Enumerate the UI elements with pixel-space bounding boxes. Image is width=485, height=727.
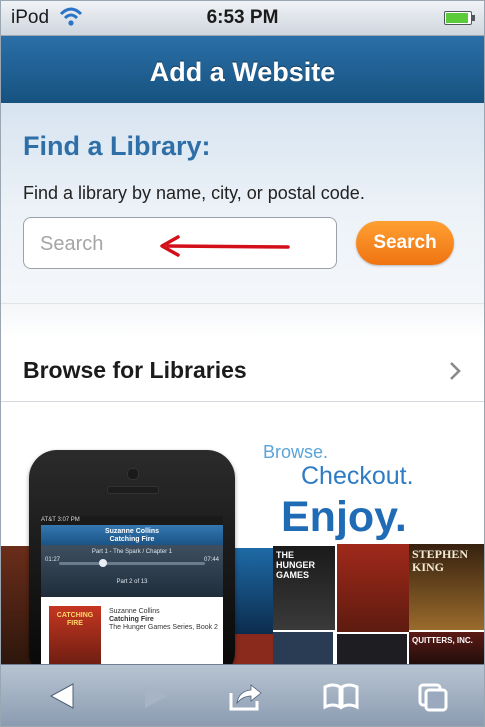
phone-illustration: AT&T 3:07 PM Suzanne Collins Catching Fi…	[29, 450, 235, 664]
promo-banner: Browse. Checkout. Enjoy. THE HUNGER GAME…	[1, 402, 484, 664]
book-cover	[337, 544, 409, 632]
phone-title-bar: Suzanne Collins Catching Fire	[41, 525, 223, 545]
status-bar: iPod 6:53 PM	[1, 1, 484, 36]
navigation-bar: Add a Website	[1, 36, 484, 103]
browser-window: iPod 6:53 PM Add a Website Find a Librar…	[0, 0, 485, 727]
phone-screen: AT&T 3:07 PM Suzanne Collins Catching Fi…	[41, 516, 223, 664]
phone-book-series: The Hunger Games Series, Book 2	[109, 624, 218, 631]
promo-enjoy-text: Enjoy.	[281, 493, 407, 541]
book-cover-title: STEPHEN KING	[412, 547, 469, 574]
phone-book-title: Catching Fire	[109, 616, 154, 623]
bookmarks-icon[interactable]	[319, 677, 363, 715]
book-cover-title: THE HUNGER GAMES	[276, 550, 316, 580]
status-time: 6:53 PM	[206, 7, 279, 28]
red-arrow-annotation	[160, 235, 290, 257]
book-cover-title: QUITTERS, INC.	[412, 636, 473, 645]
track-label: Part 1 - The Spark / Chapter 1	[91, 549, 173, 555]
search-button[interactable]: Search	[356, 221, 454, 265]
book-cover	[337, 634, 407, 664]
book-cover: STEPHEN KING	[409, 544, 484, 630]
book-cover: QUITTERS, INC.	[409, 632, 484, 664]
speaker-grille	[107, 486, 159, 494]
phone-status-bar: AT&T 3:07 PM	[41, 516, 223, 525]
find-library-heading: Find a Library:	[23, 131, 211, 161]
phone-book-cover-title: CATCHING FIRE	[56, 612, 94, 627]
forward-icon[interactable]	[133, 677, 177, 715]
phone-book-cover: CATCHING FIRE	[49, 606, 101, 664]
book-cover	[273, 632, 333, 664]
promo-checkout-text: Checkout.	[301, 462, 414, 490]
book-cover: THE HUNGER GAMES	[273, 546, 335, 630]
divider	[1, 303, 484, 338]
pages-icon[interactable]	[411, 677, 455, 715]
phone-title: Suzanne Collins Catching Fire	[104, 528, 160, 543]
promo-browse-text: Browse.	[263, 442, 329, 462]
part-label: Part 2 of 13	[116, 579, 148, 585]
remaining-time: 07:44	[203, 557, 219, 563]
browse-libraries-row[interactable]: Browse for Libraries	[1, 337, 484, 402]
back-icon[interactable]	[41, 677, 85, 715]
phone-book-info: Suzanne Collins Catching Fire The Hunger…	[109, 608, 219, 632]
phone-book-author: Suzanne Collins	[109, 608, 160, 615]
search-field[interactable]	[23, 217, 337, 269]
share-icon[interactable]	[223, 677, 267, 715]
book-cover	[229, 634, 273, 664]
progress-track	[59, 559, 205, 567]
find-library-description: Find a library by name, city, or postal …	[23, 183, 365, 203]
book-cover	[229, 548, 273, 634]
chevron-right-icon	[450, 362, 461, 380]
audio-player: Part 1 - The Spark / Chapter 1 01:27 07:…	[41, 545, 223, 597]
browse-libraries-label: Browse for Libraries	[23, 357, 247, 383]
camera-icon	[127, 468, 139, 480]
battery-icon	[444, 11, 475, 25]
browser-toolbar	[1, 664, 484, 726]
find-library-panel: Find a Library: Find a library by name, …	[1, 103, 484, 303]
page-title: Add a Website	[149, 57, 336, 87]
elapsed-time: 01:27	[45, 557, 61, 563]
